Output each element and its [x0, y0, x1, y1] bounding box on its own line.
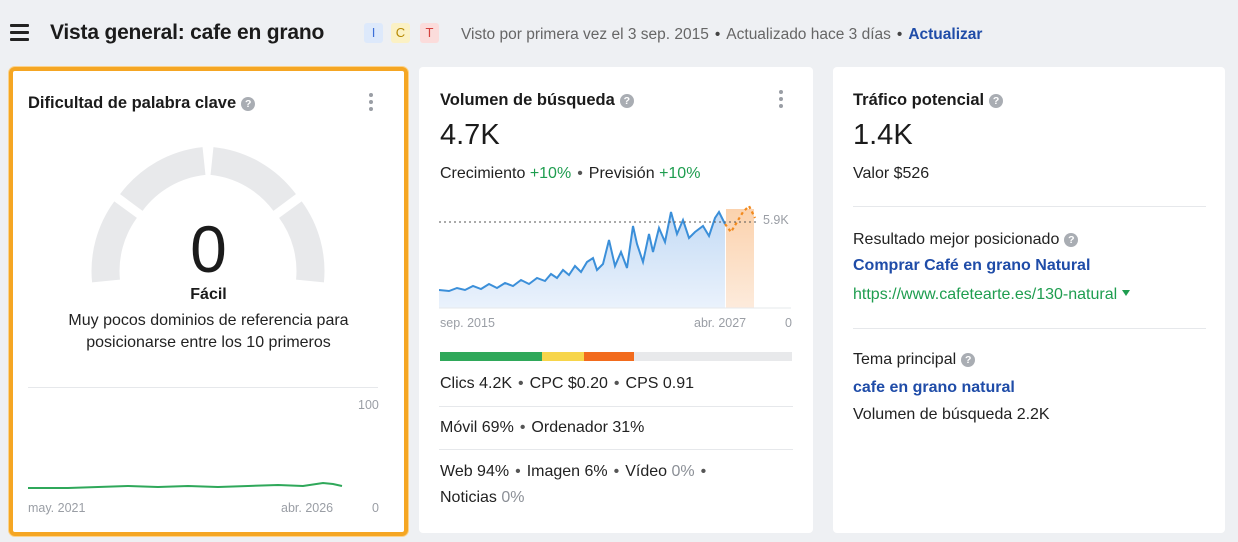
page-title: Vista general: cafe en grano — [50, 21, 325, 44]
keyword-difficulty-card: Dificultad de palabra clave? 0 Fácil Muy… — [9, 67, 408, 536]
search-volume-chart — [439, 204, 791, 309]
divider — [439, 406, 793, 407]
more-options-icon[interactable] — [778, 90, 784, 110]
kd-x-end: abr. 2026 — [281, 501, 334, 515]
sv-y-min: 0 — [785, 316, 792, 330]
first-seen-text: Visto por primera vez el 3 sep. 2015 — [461, 26, 709, 43]
news-line: Noticias 0% — [440, 489, 525, 506]
top-result-url[interactable]: https://www.cafetearte.es/130-natural — [853, 286, 1131, 304]
top-result-title-link[interactable]: Comprar Café en grano Natural — [853, 257, 1090, 275]
sv-growth-line: Crecimiento +10% • Previsión +10% — [440, 165, 701, 182]
position-segment-2 — [542, 352, 585, 361]
kd-history-chart — [28, 481, 343, 489]
serp-type-line: Web 94% • Imagen 6% • Vídeo 0% • — [440, 463, 707, 480]
updated-text: Actualizado hace 3 días — [726, 26, 891, 43]
kd-level: Fácil — [190, 286, 227, 303]
kd-title: Dificultad de palabra clave? — [28, 94, 256, 113]
divider — [853, 328, 1206, 329]
position-segment-3 — [584, 352, 634, 361]
keyword-meta: Visto por primera vez el 3 sep. 2015 • Act… — [461, 26, 983, 43]
sv-title: Volumen de búsqueda? — [440, 91, 634, 110]
kd-y-max: 100 — [358, 398, 379, 412]
top-result-label: Resultado mejor posicionado? — [853, 231, 1079, 249]
parent-topic-link[interactable]: cafe en grano natural — [853, 379, 1015, 397]
intent-badge-commercial: C — [391, 23, 410, 43]
help-icon[interactable]: ? — [619, 94, 634, 108]
tp-worth: Valor $526 — [853, 165, 930, 182]
chevron-down-icon[interactable] — [1122, 290, 1131, 296]
tp-value: 1.4K — [853, 119, 913, 151]
search-volume-card: Volumen de búsqueda? 4.7K Crecimiento +1… — [419, 67, 813, 533]
help-icon[interactable]: ? — [241, 97, 256, 111]
kd-description: Muy pocos dominios de referencia para po… — [68, 312, 349, 351]
divider — [853, 206, 1206, 207]
kd-x-start: may. 2021 — [28, 501, 86, 515]
menu-icon[interactable] — [10, 24, 29, 41]
kd-score: 0 — [190, 212, 227, 286]
traffic-potential-card: Tráfico potencial? 1.4K Valor $526 Resul… — [833, 67, 1225, 533]
refresh-link[interactable]: Actualizar — [908, 26, 982, 43]
sv-x-end: abr. 2027 — [694, 316, 747, 330]
kd-y-min: 0 — [372, 501, 379, 515]
position-distribution-bar — [440, 352, 792, 361]
help-icon[interactable]: ? — [961, 353, 976, 367]
parent-topic-volume: Volumen de búsqueda 2.2K — [853, 406, 1050, 423]
device-line: Móvil 69% • Ordenador 31% — [440, 419, 645, 436]
intent-badge-informational: I — [364, 23, 383, 43]
position-segment-1 — [440, 352, 543, 361]
parent-topic-label: Tema principal? — [853, 351, 976, 369]
more-options-icon[interactable] — [368, 93, 374, 113]
sv-max-label: 5.9K — [763, 213, 789, 227]
intent-badge-transactional: T — [420, 23, 439, 43]
clicks-line: Clics 4.2K • CPC $0.20 • CPS 0.91 — [440, 375, 694, 392]
page-header: Vista general: cafe en grano I C T Visto… — [0, 0, 1238, 68]
sv-x-start: sep. 2015 — [440, 316, 495, 330]
sv-value: 4.7K — [440, 119, 500, 151]
position-segment-4 — [633, 352, 792, 361]
help-icon[interactable]: ? — [989, 94, 1004, 108]
divider — [439, 449, 793, 450]
help-icon[interactable]: ? — [1064, 233, 1079, 247]
tp-title: Tráfico potencial? — [853, 91, 1004, 110]
